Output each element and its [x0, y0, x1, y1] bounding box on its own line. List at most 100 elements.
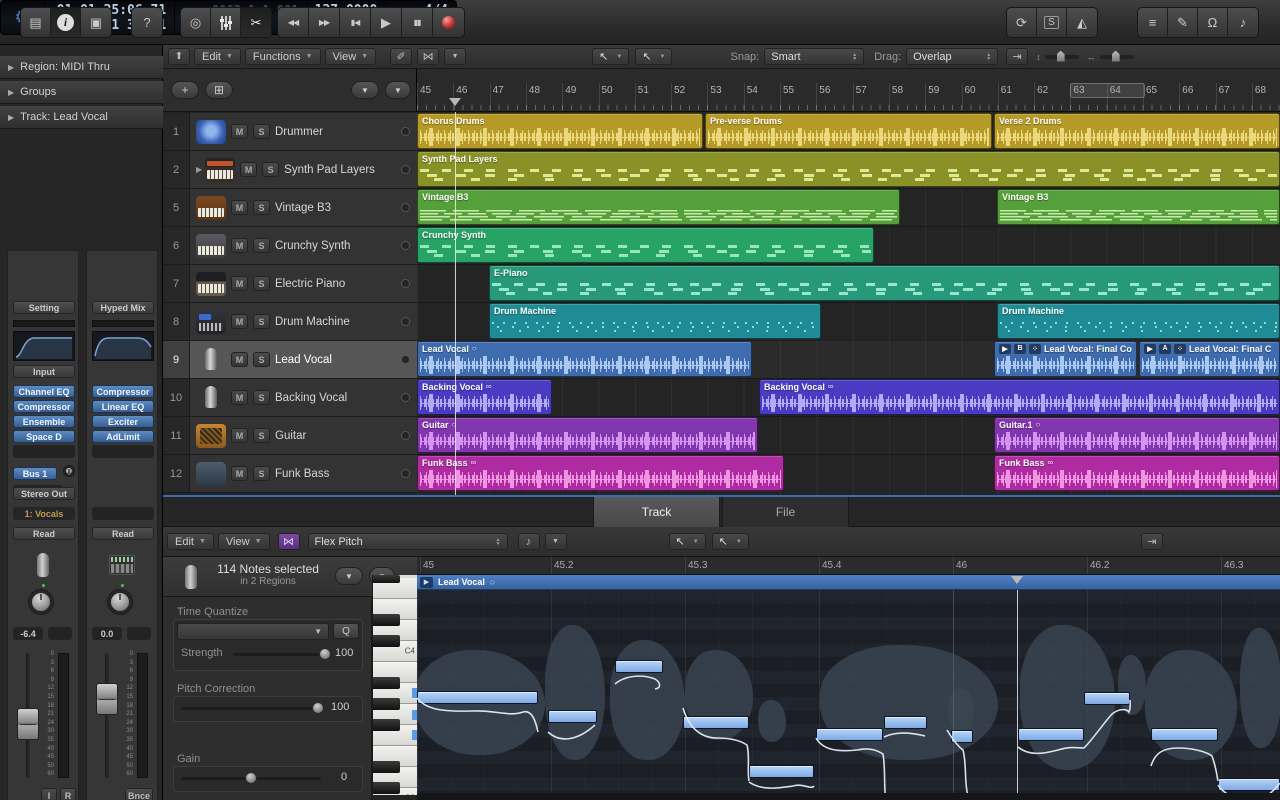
- empty-plugin-slot[interactable]: [92, 445, 154, 458]
- go-to-start-button[interactable]: ▮◀: [340, 8, 371, 37]
- region-drum-machine[interactable]: Drum Machine: [997, 303, 1280, 339]
- flex-pitch-note[interactable]: [816, 728, 883, 741]
- flex-pitch-note[interactable]: [1084, 692, 1130, 705]
- quick-help-button[interactable]: ▣: [81, 8, 111, 37]
- editor-tab-track[interactable]: Track: [593, 497, 720, 527]
- pan-knob[interactable]: [29, 590, 53, 614]
- metronome-button[interactable]: ◭: [1067, 8, 1097, 37]
- flex-pitch-note[interactable]: [749, 765, 814, 778]
- tuner-button[interactable]: ◎: [181, 8, 211, 37]
- time-quantize-select[interactable]: ▼: [177, 623, 329, 640]
- plugin-slot[interactable]: Ensemble: [13, 415, 75, 428]
- track-solo-button[interactable]: S: [262, 162, 279, 177]
- track-mute-button[interactable]: M: [231, 276, 248, 291]
- editor-menu-view[interactable]: View▼: [218, 533, 270, 550]
- back-to-main-button[interactable]: ⬆: [168, 48, 190, 65]
- input-monitor-dot[interactable]: [401, 127, 410, 136]
- track-solo-button[interactable]: S: [253, 276, 270, 291]
- region-lead-vocal-final-c[interactable]: ▶A⁘Lead Vocal: Final C: [1139, 341, 1280, 377]
- track-header-funk-bass[interactable]: 12MSFunk Bass: [163, 455, 417, 493]
- track-mute-button[interactable]: M: [240, 162, 257, 177]
- horizontal-zoom-slider[interactable]: [1100, 55, 1134, 59]
- inspector-button[interactable]: i: [51, 8, 81, 37]
- track-header-crunchy-synth[interactable]: 6MSCrunchy Synth: [163, 227, 417, 265]
- track-mute-button[interactable]: M: [231, 314, 248, 329]
- track-mute-button[interactable]: M: [231, 466, 248, 481]
- region-backing-vocal[interactable]: Backing Vocal∞: [759, 379, 1280, 415]
- track-mute-button[interactable]: M: [231, 428, 248, 443]
- piano-black-key[interactable]: [373, 698, 400, 710]
- plugin-slot[interactable]: Exciter: [92, 415, 154, 428]
- editor-scroll-strip[interactable]: [417, 793, 1280, 800]
- region-verse-2-drums[interactable]: Verse 2 Drums: [994, 113, 1280, 149]
- volume-fader[interactable]: [17, 708, 39, 740]
- solo-mode-button[interactable]: S: [1037, 8, 1067, 37]
- flex-pitch-note[interactable]: [884, 716, 927, 729]
- bar-ruler[interactable]: 4546474849505152535455565758596061626364…: [417, 69, 1280, 112]
- track-solo-button[interactable]: S: [253, 314, 270, 329]
- region-vintage-b3[interactable]: Vintage B3: [417, 189, 900, 225]
- region-e-piano[interactable]: E-Piano: [489, 265, 1280, 301]
- input-monitor-dot[interactable]: [401, 279, 410, 288]
- plugin-slot[interactable]: Compressor: [92, 385, 154, 398]
- apple-loops-button[interactable]: Ω: [1198, 8, 1228, 37]
- catch-playhead-button[interactable]: ⇥: [1006, 48, 1028, 65]
- playhead-line[interactable]: [455, 112, 456, 497]
- region-filter-button[interactable]: ▼: [444, 48, 466, 65]
- region-chorus-drums[interactable]: Chorus Drums: [417, 113, 703, 149]
- input-monitor-dot[interactable]: [401, 431, 410, 440]
- pitch-correction-slider[interactable]: [181, 707, 321, 710]
- flex-pitch-editor[interactable]: [417, 590, 1280, 795]
- track-header-electric-piano[interactable]: 7MSElectric Piano: [163, 265, 417, 303]
- editor-filter-button[interactable]: ▼: [545, 533, 567, 550]
- flex-pitch-note[interactable]: [417, 691, 538, 704]
- rewind-button[interactable]: ◀◀: [278, 8, 309, 37]
- list-editors-button[interactable]: ≡: [1138, 8, 1168, 37]
- plugin-slot[interactable]: AdLimit: [92, 430, 154, 443]
- region-synth-pad-layers[interactable]: Synth Pad Layers: [417, 151, 1280, 187]
- track-mute-button[interactable]: M: [231, 390, 248, 405]
- plugin-slot[interactable]: Compressor: [13, 400, 75, 413]
- track-solo-button[interactable]: S: [253, 390, 270, 405]
- flex-pitch-note[interactable]: [1018, 728, 1084, 741]
- piano-keyboard[interactable]: C4C3: [372, 575, 417, 795]
- volume-fader[interactable]: [96, 683, 118, 715]
- flex-mode-select[interactable]: Flex Pitch▲▼: [308, 533, 508, 550]
- drag-select[interactable]: Overlap▲▼: [906, 48, 998, 65]
- flex-pitch-note[interactable]: [951, 730, 973, 743]
- region-inspector-header[interactable]: ▶ Region: MIDI Thru: [0, 56, 163, 79]
- track-header-backing-vocal[interactable]: 10MSBacking Vocal: [163, 379, 417, 417]
- eq-curve-thumbnail[interactable]: [92, 331, 154, 361]
- arrange-menu-functions[interactable]: Functions▼: [245, 48, 321, 65]
- track-solo-button[interactable]: S: [253, 428, 270, 443]
- forward-button[interactable]: ▶▶: [309, 8, 340, 37]
- record-button[interactable]: [433, 8, 464, 37]
- empty-plugin-slot[interactable]: [13, 445, 75, 458]
- input-monitor-button[interactable]: I: [41, 788, 57, 800]
- editor-menu-edit[interactable]: Edit▼: [167, 533, 214, 550]
- track-header-guitar[interactable]: 11MSGuitar: [163, 417, 417, 455]
- track-header-lead-vocal[interactable]: 9MSLead Vocal: [163, 341, 417, 379]
- bounce-button[interactable]: Bnce: [125, 788, 153, 800]
- track-header-vintage-b3[interactable]: 5MSVintage B3: [163, 189, 417, 227]
- piano-black-key[interactable]: [373, 635, 400, 647]
- vertical-zoom-slider[interactable]: [1045, 55, 1079, 59]
- piano-black-key[interactable]: [373, 614, 400, 626]
- track-inspector-header[interactable]: ▶ Track: Lead Vocal: [0, 106, 163, 129]
- input-monitor-dot[interactable]: [401, 241, 410, 250]
- region-drum-machine[interactable]: Drum Machine: [489, 303, 821, 339]
- editor-region-header[interactable]: ▶ Lead Vocal ○: [417, 575, 1280, 590]
- add-track-button[interactable]: +: [171, 81, 199, 99]
- eq-curve-thumbnail[interactable]: [13, 331, 75, 361]
- plugin-slot[interactable]: Linear EQ: [92, 400, 154, 413]
- track-mute-button[interactable]: M: [231, 238, 248, 253]
- input-monitor-dot[interactable]: [401, 393, 410, 402]
- track-header-drummer[interactable]: 1MSDrummer: [163, 113, 417, 151]
- region-lead-vocal-final-co[interactable]: ▶B⁘Lead Vocal: Final Co: [994, 341, 1137, 377]
- track-filter-button[interactable]: ▼: [351, 81, 379, 99]
- group-slot[interactable]: [92, 507, 154, 520]
- piano-black-key[interactable]: [373, 677, 400, 689]
- output-slot[interactable]: Stereo Out: [13, 487, 75, 500]
- channel-setting-button[interactable]: Setting: [13, 301, 75, 314]
- duplicate-track-button[interactable]: ⊞: [205, 81, 233, 99]
